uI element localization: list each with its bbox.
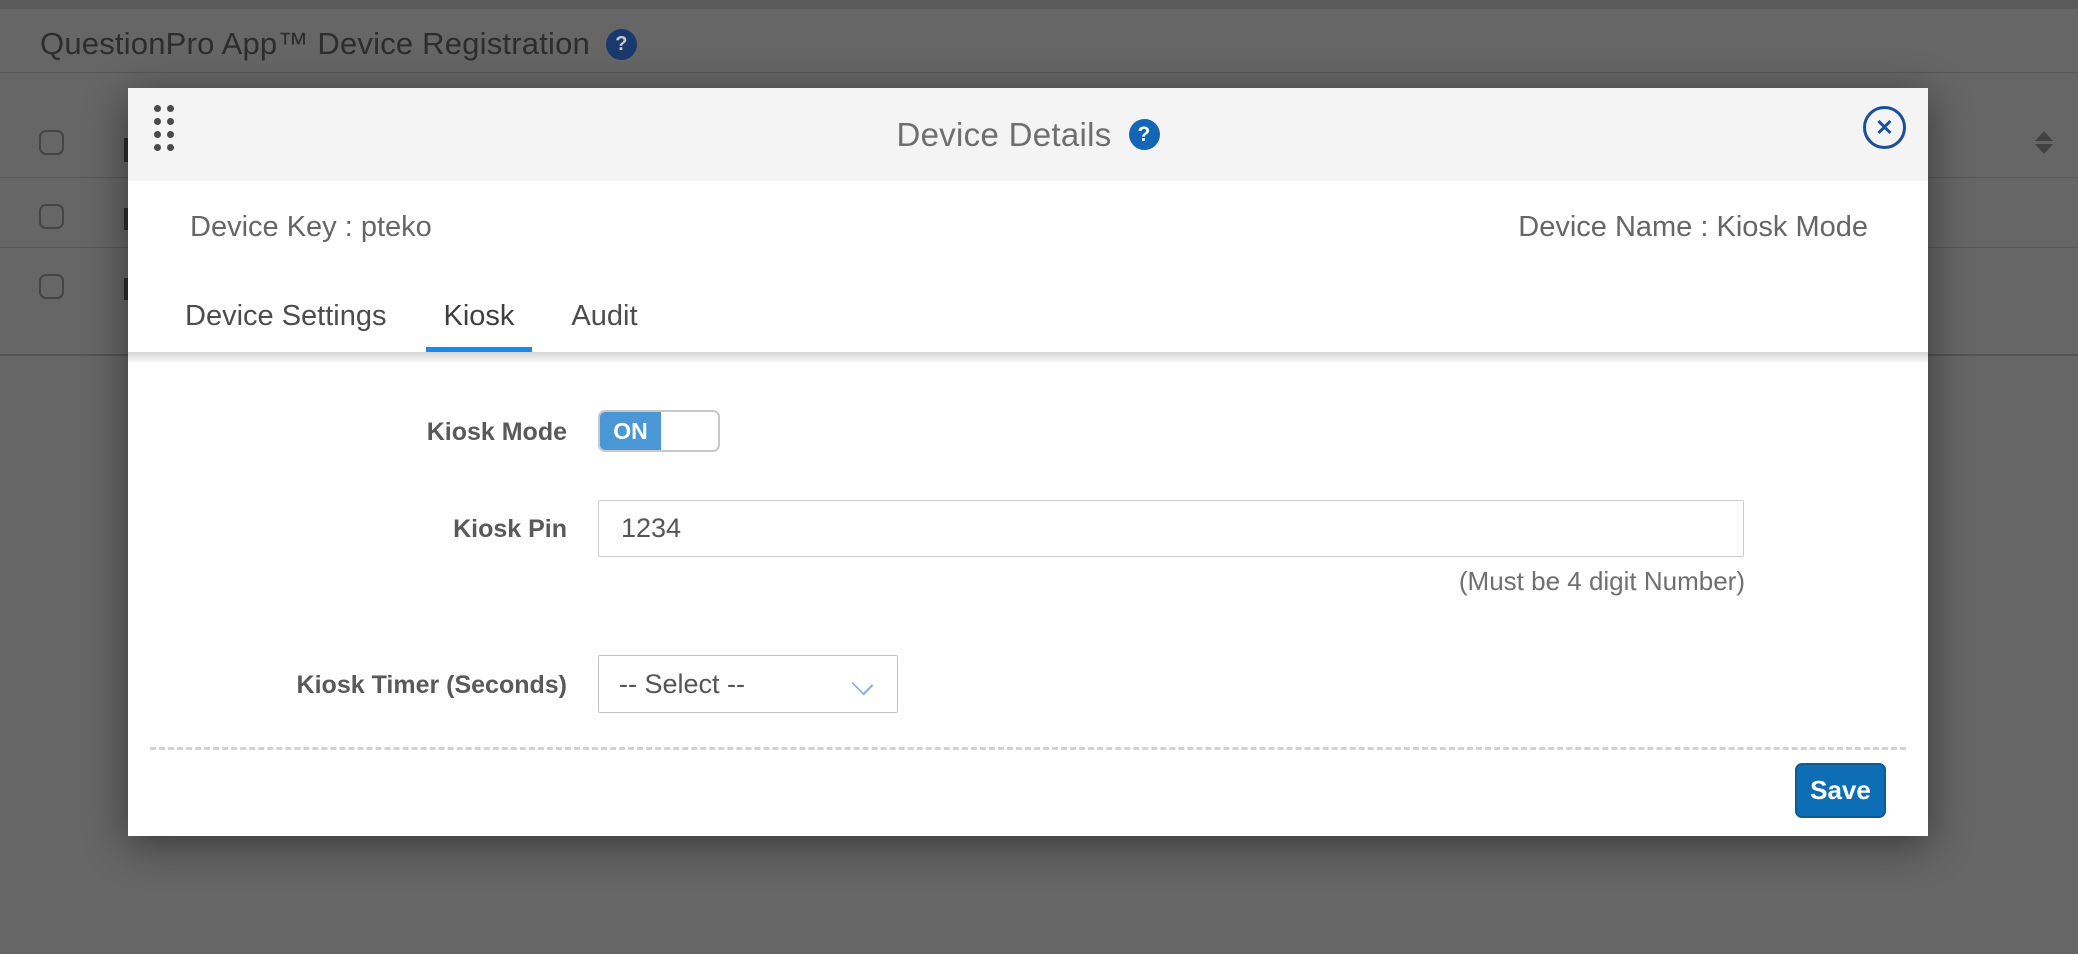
tabs-shadow — [128, 352, 1928, 364]
toggle-on-state: ON — [600, 412, 661, 450]
page-title-text: QuestionPro App™ Device Registration — [40, 26, 590, 62]
tabs-bar: Device Settings Kiosk Audit — [128, 293, 1928, 352]
kiosk-timer-select[interactable]: -- Select -- — [598, 655, 898, 713]
page-help-icon[interactable]: ? — [606, 29, 637, 60]
kiosk-pin-input[interactable] — [598, 500, 1744, 557]
kiosk-pin-label: Kiosk Pin — [128, 515, 567, 544]
device-key-label: Device Key : pteko — [190, 211, 432, 244]
tab-audit[interactable]: Audit — [553, 300, 655, 352]
modal-title-text: Device Details — [896, 116, 1111, 154]
top-nav-strip — [0, 0, 2078, 9]
save-button[interactable]: Save — [1795, 763, 1886, 818]
table-top-border — [0, 72, 2078, 73]
drag-handle-icon[interactable] — [154, 105, 174, 151]
kiosk-timer-selected-value: -- Select -- — [599, 669, 745, 700]
sort-asc-triangle — [2035, 131, 2053, 141]
footer-divider — [150, 747, 1906, 750]
modal-title: Device Details ? — [896, 116, 1159, 154]
close-icon[interactable]: ✕ — [1863, 106, 1906, 149]
select-all-checkbox[interactable] — [39, 130, 64, 155]
kiosk-timer-label: Kiosk Timer (Seconds) — [128, 671, 567, 700]
page-title: QuestionPro App™ Device Registration ? — [40, 26, 637, 62]
modal-help-icon[interactable]: ? — [1129, 119, 1160, 150]
kiosk-mode-toggle[interactable]: ON — [598, 410, 720, 452]
kiosk-mode-label: Kiosk Mode — [128, 418, 567, 447]
device-details-modal: Device Details ? ✕ Device Key : pteko De… — [128, 88, 1928, 836]
kiosk-pin-helper-text: (Must be 4 digit Number) — [1459, 566, 1745, 597]
device-info-row: Device Key : pteko Device Name : Kiosk M… — [128, 181, 1928, 244]
device-name-label: Device Name : Kiosk Mode — [1518, 211, 1868, 244]
modal-header: Device Details ? ✕ — [128, 88, 1928, 181]
row-checkbox[interactable] — [39, 204, 64, 229]
row-checkbox[interactable] — [39, 274, 64, 299]
tab-kiosk[interactable]: Kiosk — [426, 300, 533, 352]
sort-icon[interactable] — [2034, 131, 2054, 154]
chevron-down-icon — [852, 674, 874, 696]
tab-device-settings[interactable]: Device Settings — [167, 300, 405, 352]
sort-desc-triangle — [2035, 144, 2053, 154]
